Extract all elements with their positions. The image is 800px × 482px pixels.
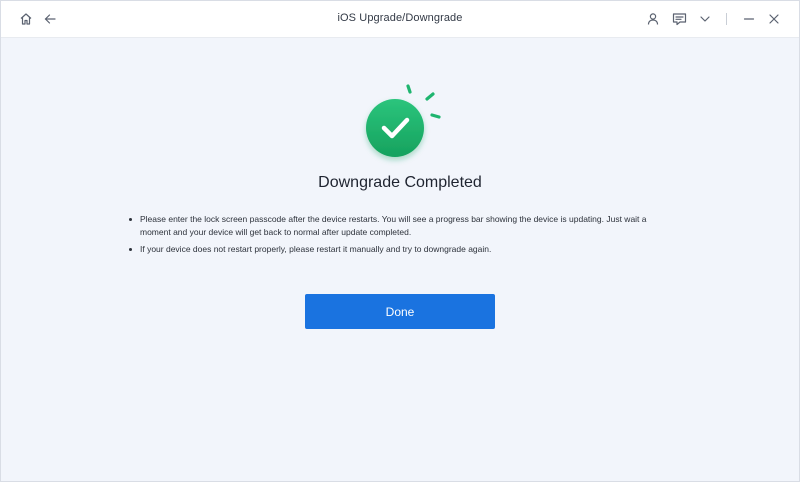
notes-list: Please enter the lock screen passcode af…: [129, 213, 679, 260]
minimize-icon[interactable]: [740, 10, 758, 28]
account-icon[interactable]: [644, 10, 662, 28]
check-circle-icon: [351, 82, 451, 168]
feedback-icon[interactable]: [670, 10, 688, 28]
status-heading: Downgrade Completed: [318, 174, 482, 191]
close-icon[interactable]: [765, 10, 783, 28]
list-item: If your device does not restart properly…: [129, 243, 679, 256]
list-item: Please enter the lock screen passcode af…: [129, 213, 679, 239]
titlebar-divider: [726, 13, 727, 25]
note-text: Please enter the lock screen passcode af…: [140, 214, 647, 237]
note-text: If your device does not restart properly…: [140, 244, 492, 254]
app-window: iOS Upgrade/Downgrade Downgrade Complete…: [0, 0, 800, 482]
main-content: Downgrade Completed Please enter the loc…: [1, 38, 799, 481]
bullet: [129, 218, 132, 221]
chevron-down-icon[interactable]: [696, 10, 714, 28]
done-button[interactable]: Done: [305, 294, 495, 329]
bullet: [129, 248, 132, 251]
title-bar: iOS Upgrade/Downgrade: [1, 1, 799, 38]
